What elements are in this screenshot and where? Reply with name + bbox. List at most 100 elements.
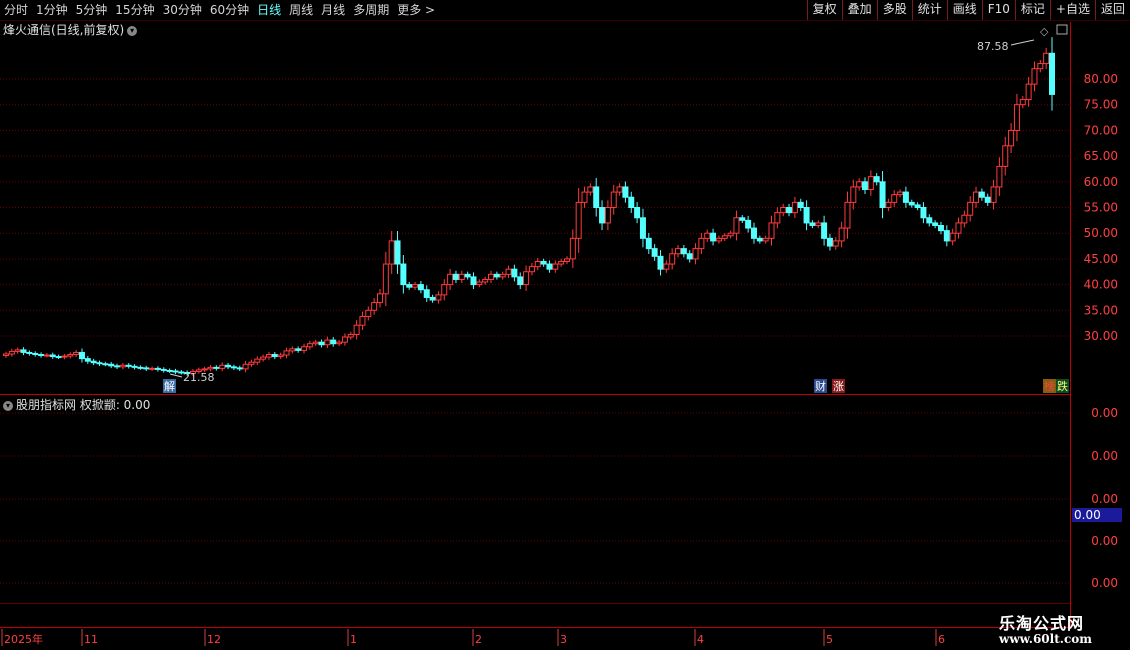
candle-body — [382, 263, 389, 295]
price-tick-label: 55.00 — [1084, 201, 1118, 215]
candle-body — [704, 232, 711, 239]
candle-body — [587, 186, 594, 193]
candle-body — [721, 235, 728, 239]
event-marker-zhang: 涨 — [833, 380, 844, 393]
price-tick-label: 30.00 — [1084, 329, 1118, 343]
indicator-tick-label: 0.00 — [1091, 492, 1118, 506]
candle-body — [1019, 99, 1026, 106]
date-tick-label: 2 — [475, 633, 482, 646]
candle-body — [797, 201, 804, 209]
candle-body — [96, 362, 103, 365]
candle-body — [464, 273, 471, 278]
candle-body — [955, 222, 962, 234]
candle-body — [803, 207, 810, 224]
low-annotation: 21.58 — [183, 371, 215, 384]
candle-body — [622, 186, 629, 198]
candle-body — [663, 263, 670, 270]
candle-body — [400, 263, 407, 286]
candle-body — [768, 222, 775, 239]
candle-body — [984, 196, 991, 203]
candle-body — [353, 324, 360, 335]
candle-body — [306, 343, 313, 348]
candle-body — [897, 191, 904, 196]
candle-body — [639, 217, 646, 239]
candle-body — [821, 222, 828, 239]
candle-body — [73, 351, 80, 356]
candle-body — [452, 273, 459, 280]
candle-body — [499, 273, 506, 278]
price-tick-label: 35.00 — [1084, 303, 1118, 317]
candle-body — [879, 181, 886, 209]
price-tick-label: 65.00 — [1084, 149, 1118, 163]
price-tick-label: 70.00 — [1084, 123, 1118, 137]
candle-body — [207, 366, 214, 370]
candle-body — [885, 201, 892, 209]
candle-body — [698, 237, 705, 250]
candle-body — [301, 346, 308, 351]
candle-body — [295, 348, 302, 351]
indicator-tick-label: 0.00 — [1091, 449, 1118, 463]
candle-body — [330, 339, 337, 345]
candle-body — [926, 217, 933, 224]
candle-body — [937, 224, 944, 232]
date-tick-label: 3 — [560, 633, 567, 646]
logo-text: 乐淘公式网 — [999, 614, 1085, 633]
value-badge: 0.00 — [1074, 508, 1101, 522]
candle-body — [388, 240, 395, 265]
candle-body — [943, 230, 950, 242]
price-tick-label: 60.00 — [1084, 175, 1118, 189]
chevron-down-icon[interactable]: ▾ — [3, 400, 13, 411]
date-tick-label: 5 — [826, 633, 833, 646]
candle-body — [739, 217, 746, 221]
candle-body — [1002, 145, 1009, 167]
candle-body — [78, 351, 85, 360]
candle-body — [260, 356, 267, 360]
candle-body — [341, 336, 348, 343]
candle-body — [137, 366, 144, 369]
candle-body — [528, 266, 535, 273]
candle-body — [1025, 83, 1032, 101]
event-marker-bang: 榜 — [1044, 379, 1055, 393]
candle-body — [458, 273, 465, 280]
candle-body — [850, 186, 857, 203]
candle-body — [131, 365, 138, 368]
candle-body — [271, 354, 278, 358]
candle-body — [780, 207, 787, 214]
candle-body — [3, 353, 9, 357]
candle-body — [90, 360, 97, 364]
candle-body — [826, 237, 833, 247]
candle-body — [102, 363, 109, 366]
date-tick-label: 4 — [697, 633, 704, 646]
candle-body — [686, 253, 693, 260]
candle-body — [347, 333, 354, 338]
candle-body — [324, 339, 331, 346]
candle-body — [371, 302, 378, 311]
candle-body — [920, 207, 927, 219]
candle-body — [692, 248, 699, 260]
candle-body — [815, 222, 822, 226]
candle-body — [534, 260, 541, 268]
candle-body — [441, 284, 448, 296]
candle-body — [552, 263, 559, 270]
candle-body — [914, 204, 921, 208]
candle-body — [546, 263, 553, 270]
candle-body — [563, 258, 570, 262]
candle-body — [20, 349, 27, 353]
candle-body — [277, 354, 284, 358]
candle-body — [733, 217, 740, 234]
candle-body — [172, 370, 179, 373]
candle-body — [394, 240, 401, 265]
candle-body — [809, 222, 816, 226]
candle-body — [55, 356, 62, 359]
candle-body — [856, 181, 863, 188]
diamond-icon: ◇ — [1040, 25, 1049, 38]
candle-body — [248, 361, 255, 365]
high-arrow — [1010, 39, 1035, 46]
candle-body — [1043, 52, 1050, 65]
candle-body — [575, 201, 582, 239]
date-tick-label: 1 — [350, 633, 357, 646]
candle-body — [832, 240, 839, 247]
candle-body — [143, 367, 150, 370]
candle-body — [482, 278, 489, 283]
kline-chart[interactable]: 80.0075.0070.0065.0060.0055.0050.0045.00… — [0, 0, 1130, 650]
